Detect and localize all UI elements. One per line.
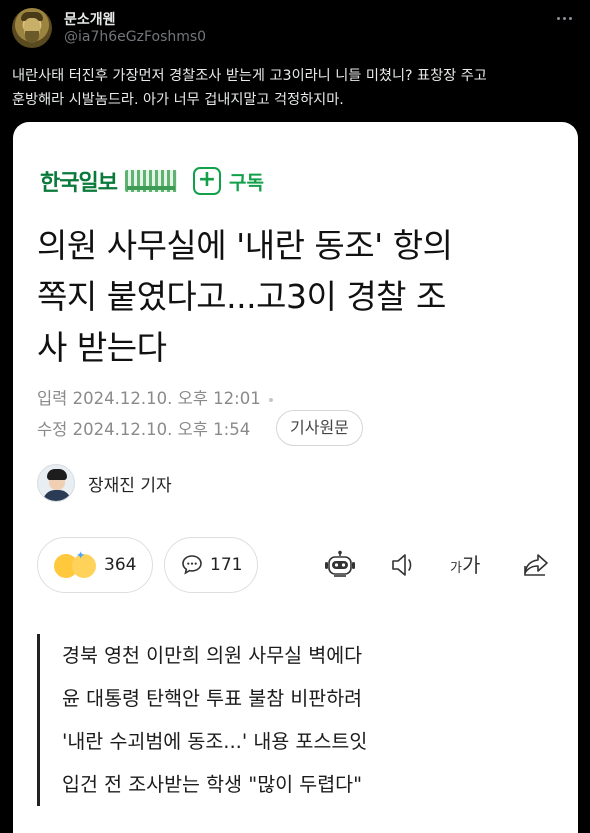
- reaction-emoji-icon: ✦: [52, 549, 98, 580]
- original-article-button[interactable]: 기사원문: [276, 410, 363, 446]
- reporter-byline[interactable]: 장재진 기자: [37, 464, 172, 502]
- font-size-small-label: 가: [450, 561, 462, 576]
- font-size-button[interactable]: 가가: [450, 550, 488, 580]
- reaction-button[interactable]: ✦ 364: [37, 537, 153, 593]
- reporter-photo: [37, 464, 75, 502]
- comment-bubble-icon: [182, 555, 202, 575]
- modified-date-text: 수정 2024.12.10. 오후 1:54: [37, 420, 251, 439]
- publisher-logo[interactable]: 한국일보: [40, 165, 118, 197]
- reporter-name: 장재진 기자: [88, 475, 172, 496]
- article-headline: 의원 사무실에 '내란 동조' 항의 쪽지 붙였다고...고3이 경찰 조 사 …: [37, 220, 557, 373]
- display-name[interactable]: 문소개웬: [64, 9, 116, 29]
- tweet-header: 문소개웬 @ia7h6eGzFoshms0: [12, 8, 578, 52]
- tweet-text: 내란사태 터진후 가장먼저 경찰조사 받는게 고3이라니 니들 미쳤니? 표창장…: [12, 68, 487, 108]
- plus-icon: +: [192, 167, 221, 195]
- summary-line: 윤 대통령 탄핵안 투표 불참 비판하려: [62, 687, 363, 710]
- comment-button[interactable]: 171: [164, 537, 258, 593]
- avatar-icon[interactable]: [12, 8, 52, 48]
- modified-date: 수정 2024.12.10. 오후 1:54: [37, 416, 250, 440]
- article-summary: 경북 영천 이만희 의원 사무실 벽에다 윤 대통령 탄핵안 투표 불참 비판하…: [37, 634, 557, 806]
- share-icon[interactable]: [521, 550, 551, 580]
- subscribe-label: 구독: [228, 171, 264, 194]
- publisher-row: 한국일보 + 구독: [40, 166, 264, 196]
- comment-count: 171: [210, 555, 243, 575]
- subscribe-button[interactable]: + 구독: [192, 167, 264, 195]
- published-date-text: 입력 2024.12.10. 오후 12:01: [37, 389, 261, 408]
- reaction-count: 364: [104, 555, 137, 575]
- font-size-large-label: 가: [461, 553, 481, 577]
- user-handle[interactable]: @ia7h6eGzFoshms0: [64, 29, 206, 45]
- publisher-badge-icon: [124, 170, 177, 192]
- article-card[interactable]: 한국일보 + 구독 의원 사무실에 '내란 동조' 항의 쪽지 붙였다고...고…: [13, 122, 578, 833]
- summary-line: '내란 수괴범에 동조...' 내용 포스트잇: [62, 730, 368, 753]
- published-date: 입력 2024.12.10. 오후 12:01: [37, 385, 273, 409]
- robot-summary-icon[interactable]: [323, 550, 357, 580]
- speaker-icon[interactable]: [389, 550, 419, 580]
- more-options-icon[interactable]: [552, 10, 576, 26]
- headline-text: 의원 사무실에 '내란 동조' 항의 쪽지 붙였다고...고3이 경찰 조 사 …: [37, 226, 453, 367]
- summary-line: 경북 영천 이만희 의원 사무실 벽에다: [62, 644, 363, 667]
- summary-line: 입건 전 조사받는 학생 "많이 두렵다": [62, 773, 363, 796]
